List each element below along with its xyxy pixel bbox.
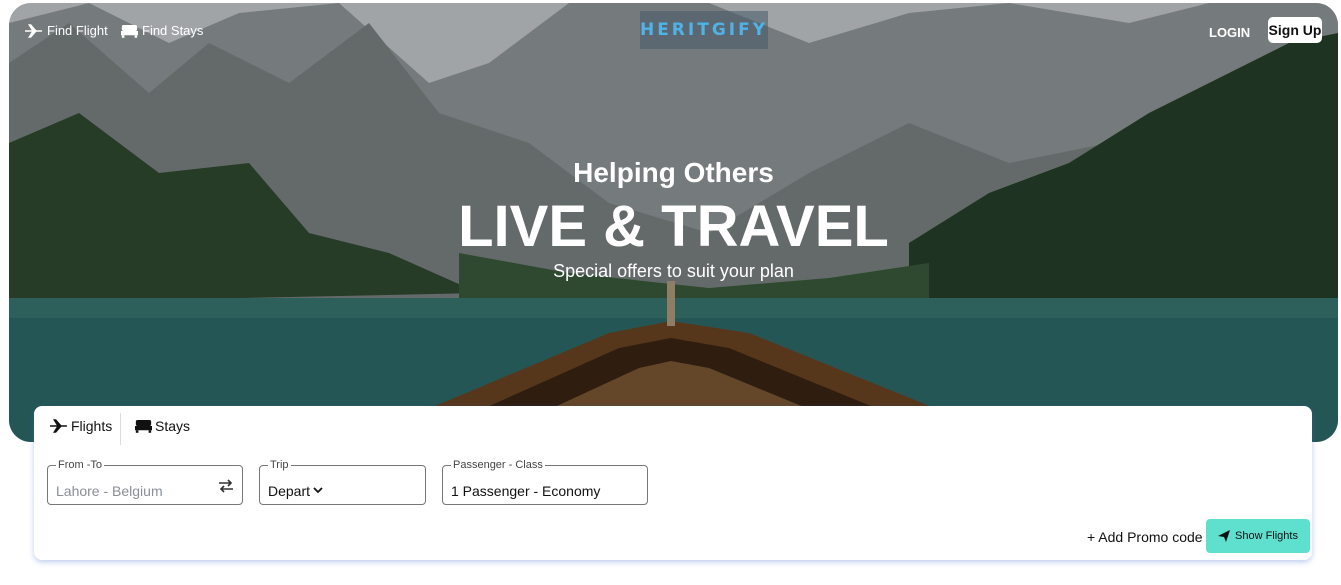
tab-stays-label: Stays	[155, 418, 191, 434]
tab-divider	[120, 413, 121, 445]
from-to-legend: From -To	[56, 459, 104, 471]
airplane-icon	[25, 23, 43, 38]
from-to-field[interactable]: From -To Lahore - Belgium	[47, 459, 243, 505]
brand-logo-text: HERITGIFY	[639, 20, 769, 40]
login-link[interactable]: LOGIN	[1209, 25, 1250, 40]
chevron-down-icon	[313, 487, 323, 494]
brand-logo[interactable]: HERITGIFY	[640, 11, 768, 49]
swap-icon[interactable]	[218, 478, 234, 494]
show-flights-label: Show Flights	[1235, 530, 1298, 542]
nav-find-flight-label: Find Flight	[47, 23, 108, 38]
search-card: Flights Stays From -To Lahore - Belgium …	[34, 406, 1312, 560]
from-to-input[interactable]: Lahore - Belgium	[56, 483, 163, 499]
tab-flights[interactable]: Flights	[50, 406, 112, 446]
nav-find-flight[interactable]: Find Flight	[25, 23, 108, 38]
trip-value: Depart	[268, 483, 311, 499]
passenger-class-field[interactable]: Passenger - Class 1 Passenger - Economy	[442, 459, 648, 505]
passenger-class-legend: Passenger - Class	[451, 459, 545, 471]
paper-plane-icon	[1218, 530, 1230, 542]
airplane-icon	[50, 419, 68, 433]
hero-subtitle: Helping Others	[573, 157, 774, 188]
show-flights-button[interactable]: Show Flights	[1206, 519, 1310, 553]
trip-select[interactable]: Trip Depart	[259, 459, 426, 505]
bed-icon	[121, 24, 138, 38]
nav-find-stays-label: Find Stays	[142, 23, 204, 38]
hero-title: LIVE & TRAVEL	[458, 194, 889, 259]
passenger-class-value: 1 Passenger - Economy	[451, 483, 601, 499]
hero-tagline: Special offers to suit your plan	[553, 261, 794, 281]
hero-banner: Find Flight Find Stays HERITGIFY LOGIN S…	[9, 3, 1338, 442]
tab-flights-label: Flights	[71, 418, 113, 434]
trip-legend: Trip	[268, 459, 291, 471]
nav-find-stays[interactable]: Find Stays	[121, 23, 203, 38]
signup-button[interactable]: Sign Up	[1268, 17, 1322, 43]
tab-stays[interactable]: Stays	[135, 406, 190, 446]
bed-icon	[135, 420, 152, 433]
add-promo-code-link[interactable]: + Add Promo code	[1087, 529, 1203, 545]
